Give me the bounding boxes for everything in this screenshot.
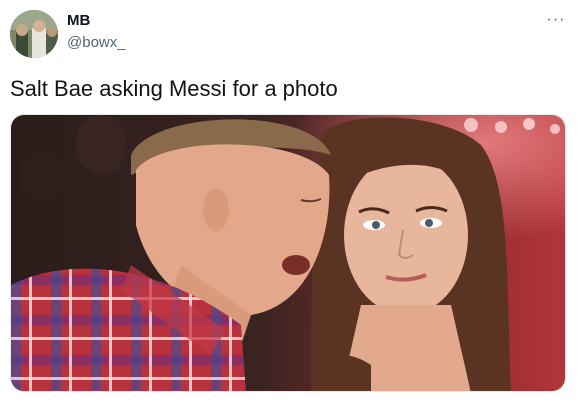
author-display-name[interactable]: MB [67,12,90,29]
tweet-photo[interactable] [10,114,566,392]
tweet-text: Salt Bae asking Messi for a photo [10,76,338,101]
author-handle[interactable]: @bowx_ [67,34,126,51]
author-avatar[interactable] [10,10,58,58]
tweet-card: MB @bowx_ ··· Salt Bae asking Messi for … [0,0,582,410]
more-dots-icon[interactable]: ··· [546,12,566,28]
